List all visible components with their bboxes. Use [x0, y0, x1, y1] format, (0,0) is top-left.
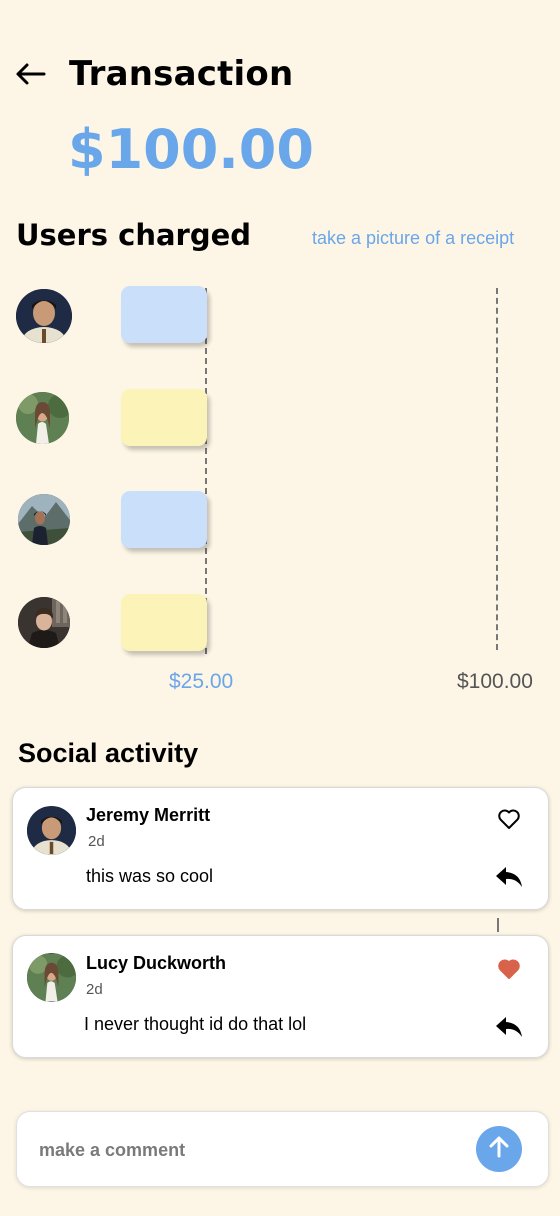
back-button[interactable]	[12, 58, 48, 94]
thread-connector	[497, 918, 499, 932]
total-guide-line	[496, 288, 498, 650]
reply-arrow-icon	[494, 1015, 524, 1044]
avatar[interactable]	[27, 953, 76, 1002]
comment-input[interactable]	[39, 1134, 459, 1166]
comment-time: 2d	[86, 981, 103, 998]
heart-filled-icon	[497, 958, 521, 985]
avatar[interactable]	[18, 494, 70, 545]
total-amount-label: $100.00	[457, 670, 533, 693]
like-button[interactable]	[492, 954, 526, 988]
send-comment-button[interactable]	[476, 1126, 522, 1172]
social-activity-heading: Social activity	[18, 738, 199, 768]
user-row	[16, 389, 216, 448]
reply-button[interactable]	[492, 862, 526, 896]
comment-time: 2d	[88, 833, 105, 850]
avatar[interactable]	[16, 392, 69, 444]
reply-button[interactable]	[492, 1012, 526, 1046]
comment-card: Lucy Duckworth 2d I never thought id do …	[12, 935, 549, 1058]
user-share-bar[interactable]	[121, 286, 207, 343]
comment-text: this was so cool	[86, 866, 214, 886]
split-amount-label: $25.00	[169, 670, 234, 693]
reply-arrow-icon	[494, 865, 524, 894]
user-row	[16, 491, 216, 550]
user-row	[16, 286, 216, 345]
user-share-bar[interactable]	[121, 594, 207, 651]
take-receipt-photo-link[interactable]: take a picture of a receipt	[312, 228, 514, 249]
comment-composer	[16, 1111, 549, 1187]
avatar[interactable]	[16, 289, 72, 343]
users-charged-heading: Users charged	[16, 218, 252, 252]
transaction-amount: $100.00	[68, 118, 314, 181]
comment-author: Lucy Duckworth	[86, 953, 227, 973]
user-row	[16, 594, 216, 653]
avatar[interactable]	[18, 597, 70, 648]
comment-text: I never thought id do that lol	[84, 1014, 307, 1034]
like-button[interactable]	[492, 804, 526, 838]
comment-author: Jeremy Merritt	[86, 805, 211, 825]
heart-outline-icon	[497, 808, 521, 835]
user-share-bar[interactable]	[121, 491, 207, 548]
page-title: Transaction	[69, 54, 294, 94]
avatar[interactable]	[27, 806, 76, 855]
comment-card: Jeremy Merritt 2d this was so cool	[12, 787, 549, 910]
arrow-left-icon	[14, 62, 46, 91]
arrow-up-icon	[488, 1135, 510, 1164]
user-share-bar[interactable]	[121, 389, 207, 446]
